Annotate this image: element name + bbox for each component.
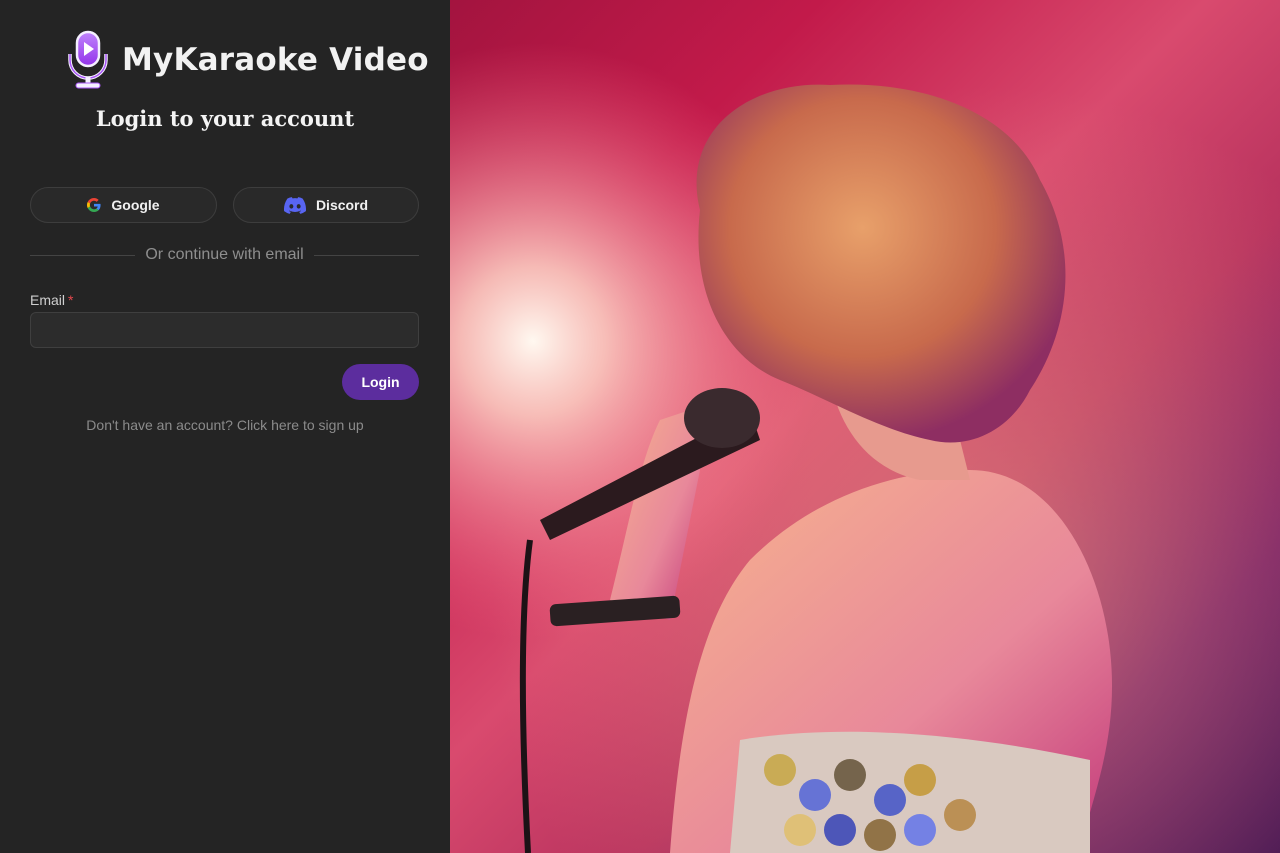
google-button-label: Google	[111, 197, 160, 213]
divider-line-left	[30, 254, 136, 256]
email-label-text: Email	[30, 292, 66, 308]
discord-button-label: Discord	[315, 197, 369, 213]
google-login-button[interactable]: Google	[30, 187, 217, 223]
login-button[interactable]: Login	[342, 364, 419, 400]
divider-line-right	[313, 254, 420, 256]
brand: MyKaraoke Video	[66, 30, 429, 90]
brand-name: MyKaraoke Video	[122, 42, 429, 78]
discord-icon	[283, 196, 306, 214]
login-panel: MyKaraoke Video Login to your account Go…	[0, 0, 450, 853]
email-divider: Or continue with email	[30, 243, 420, 267]
microphone-play-icon	[68, 30, 108, 89]
discord-login-button[interactable]: Discord	[233, 187, 419, 223]
google-icon	[87, 198, 101, 212]
signup-link[interactable]: Don't have an account? Click here to sig…	[0, 417, 450, 433]
email-field[interactable]	[30, 312, 419, 348]
email-label: Email *	[30, 292, 73, 308]
required-mark: *	[68, 292, 74, 308]
divider-text: Or continue with email	[145, 246, 304, 263]
hero-image	[450, 0, 1280, 853]
page-title: Login to your account	[95, 106, 355, 131]
singer-photo	[450, 0, 1280, 853]
